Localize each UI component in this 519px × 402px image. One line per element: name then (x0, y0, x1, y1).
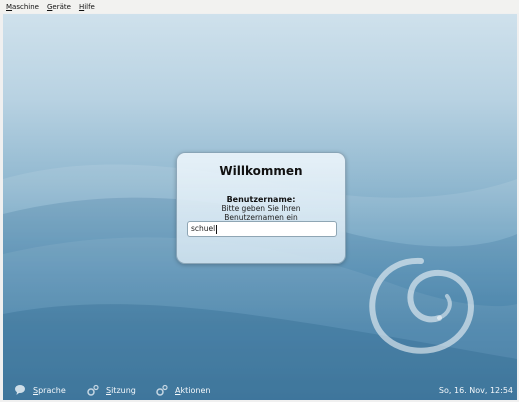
language-label: prache (38, 385, 66, 395)
username-hint: Bitte geben Sie Ihren Benutzernamen ein (221, 204, 301, 220)
username-input-value: schuel (191, 224, 216, 233)
menu-geraete[interactable]: Geräte (44, 3, 74, 11)
language-button[interactable]: Sprache (14, 384, 66, 396)
session-button[interactable]: Sitzung (87, 384, 136, 396)
login-screen: Willkommen Benutzername: Bitte geben Sie… (3, 14, 517, 400)
session-label: itzung (111, 385, 136, 395)
menu-hilfe-label: ilfe (84, 2, 95, 11)
menu-maschine-label: aschine (12, 2, 39, 11)
speech-bubble-icon (15, 385, 25, 395)
username-input[interactable]: schuel (187, 221, 337, 237)
menu-hilfe[interactable]: Hilfe (76, 3, 98, 11)
menu-maschine[interactable]: Maschine (3, 3, 42, 11)
username-label: Benutzername: (226, 195, 296, 204)
actions-label: ktionen (180, 385, 211, 395)
bottom-bar: Sprache Sitzung Aktionen So, 16. Nov, 12… (3, 380, 517, 400)
session-gear-icon (87, 384, 99, 396)
actions-gear-icon (156, 384, 168, 396)
dialog-title: Willkommen (219, 164, 303, 178)
actions-button[interactable]: Aktionen (156, 384, 210, 396)
vm-menubar: Maschine Geräte Hilfe (0, 0, 519, 13)
clock: So, 16. Nov, 12:54 (438, 386, 513, 395)
text-cursor (216, 224, 218, 234)
login-dialog: Willkommen Benutzername: Bitte geben Sie… (176, 152, 346, 264)
menu-geraete-label: eräte (52, 2, 71, 11)
